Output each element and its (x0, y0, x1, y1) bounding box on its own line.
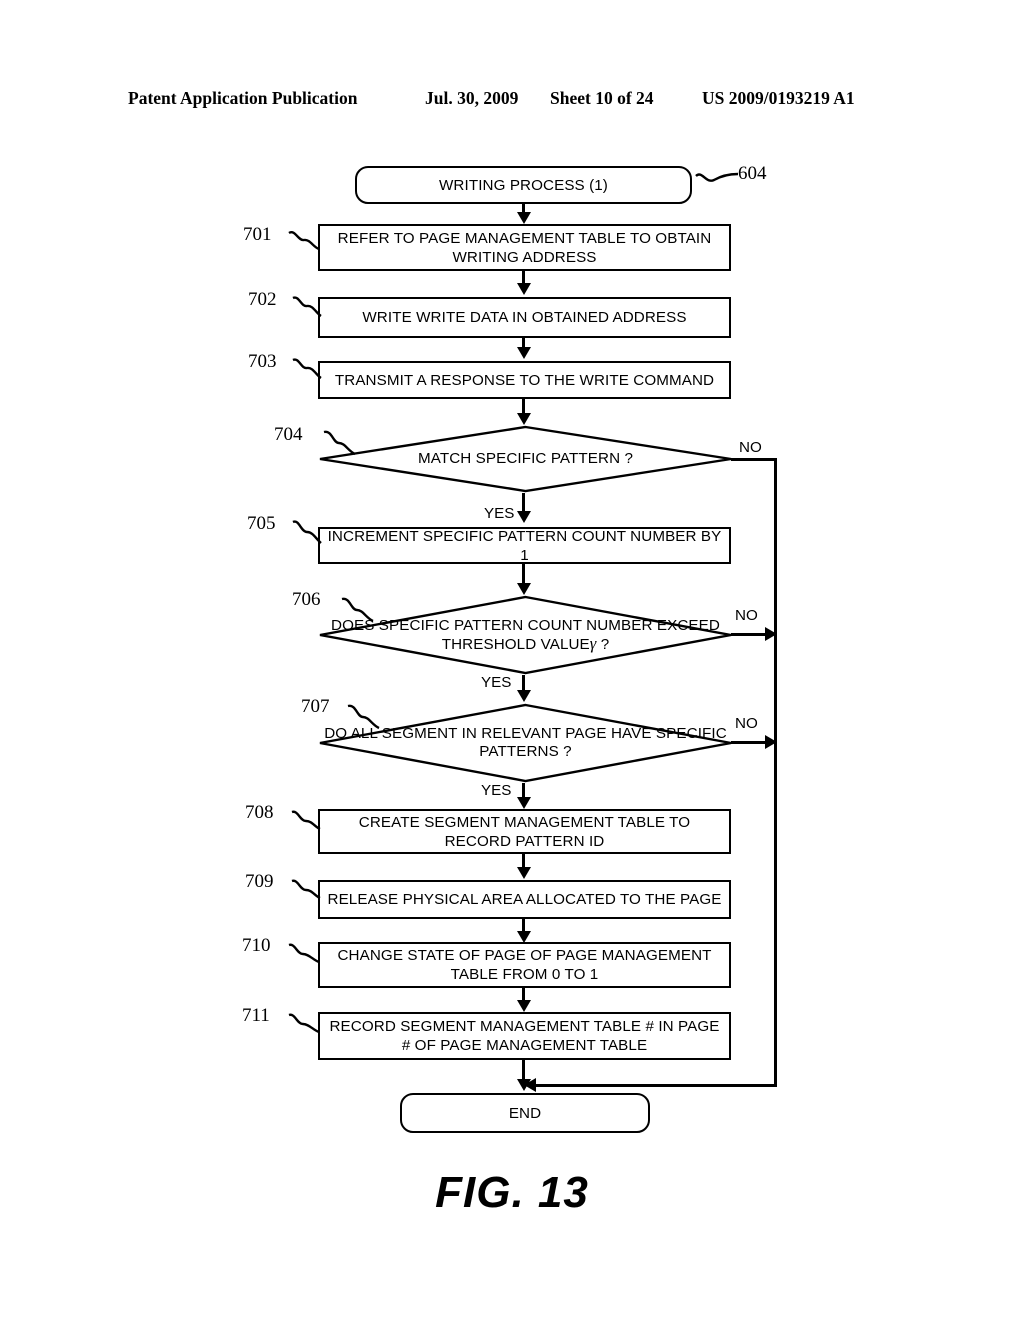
ref-number-704: 704 (274, 424, 303, 445)
leader-line-707 (346, 704, 380, 738)
ref-number-703: 703 (248, 351, 277, 372)
flow-step-703-label: TRANSMIT A RESPONSE TO THE WRITE COMMAND (334, 371, 715, 389)
flow-step-701-label: REFER TO PAGE MANAGEMENT TABLE TO OBTAIN… (337, 229, 712, 266)
leader-line-703 (292, 357, 322, 389)
flow-decision-706: DOES SPECIFIC PATTERN COUNT NUMBER EXCEE… (318, 595, 733, 675)
flow-decision-704: MATCH SPECIFIC PATTERN ? (318, 425, 733, 493)
flow-decision-706-label: DOES SPECIFIC PATTERN COUNT NUMBER EXCEE… (318, 595, 733, 675)
no-branch-return-horizontal (534, 1084, 777, 1087)
patent-figure-page: Patent Application Publication Jul. 30, … (0, 0, 1024, 1320)
flow-step-709-label: RELEASE PHYSICAL AREA ALLOCATED TO THE P… (327, 891, 722, 908)
flow-step-709: RELEASE PHYSICAL AREA ALLOCATED TO THE P… (318, 880, 731, 919)
flow-step-701: REFER TO PAGE MANAGEMENT TABLE TO OBTAIN… (318, 224, 731, 271)
ref-number-706: 706 (292, 589, 321, 610)
flow-start-label: WRITING PROCESS (1) (439, 176, 608, 194)
leader-line-604 (694, 168, 740, 192)
flow-decision-707: DO ALL SEGMENT IN RELEVANT PAGE HAVE SPE… (318, 703, 733, 783)
leader-line-709 (291, 879, 321, 909)
header-patent-number: US 2009/0193219 A1 (702, 88, 855, 108)
header-date: Jul. 30, 2009 (425, 88, 519, 108)
flow-decision-707-label: DO ALL SEGMENT IN RELEVANT PAGE HAVE SPE… (324, 725, 727, 760)
ref-number-701: 701 (243, 224, 272, 245)
leader-line-701 (288, 229, 320, 261)
connector-704-no-horizontal (731, 458, 777, 461)
flow-step-711: RECORD SEGMENT MANAGEMENT TABLE # IN PAG… (318, 1012, 731, 1060)
leader-line-710 (288, 943, 320, 973)
connector-706-no-horizontal (731, 633, 769, 636)
branch-label-706-yes: YES (481, 674, 512, 691)
ref-number-604: 604 (738, 163, 767, 184)
leader-line-702 (292, 295, 322, 327)
header-publication: Patent Application Publication (128, 88, 358, 108)
arrowhead-703-to-704 (517, 413, 531, 425)
arrowhead-710-to-711 (517, 1000, 531, 1012)
branch-label-706-no: NO (735, 607, 758, 624)
page-header: Patent Application Publication Jul. 30, … (0, 88, 1024, 112)
arrowhead-704-to-705 (517, 511, 531, 523)
flow-step-708: CREATE SEGMENT MANAGEMENT TABLE TO RECOR… (318, 809, 731, 854)
flow-step-710: CHANGE STATE OF PAGE OF PAGE MANAGEMENT … (318, 942, 731, 988)
flow-decision-704-label: MATCH SPECIFIC PATTERN ? (417, 450, 634, 467)
arrowhead-701-to-702 (517, 283, 531, 295)
arrowhead-start-to-701 (517, 212, 531, 224)
flow-start-writing-process: WRITING PROCESS (1) (355, 166, 692, 204)
no-branch-return-vertical (774, 458, 777, 1087)
arrowhead-702-to-703 (517, 347, 531, 359)
leader-line-705 (292, 519, 322, 553)
ref-number-705: 705 (247, 513, 276, 534)
branch-label-707-no: NO (735, 715, 758, 732)
ref-number-710: 710 (242, 935, 271, 956)
arrowhead-705-to-706 (517, 583, 531, 595)
flow-step-708-label: CREATE SEGMENT MANAGEMENT TABLE TO RECOR… (358, 813, 691, 850)
flow-step-702: WRITE WRITE DATA IN OBTAINED ADDRESS (318, 297, 731, 338)
leader-line-711 (288, 1013, 320, 1043)
arrowhead-706-to-707 (517, 690, 531, 702)
ref-number-707: 707 (301, 696, 330, 717)
flow-decision-706-suffix: ? (600, 635, 610, 653)
flow-step-710-label: CHANGE STATE OF PAGE OF PAGE MANAGEMENT … (337, 947, 712, 983)
flow-end: END (400, 1093, 650, 1133)
arrowhead-708-to-709 (517, 867, 531, 879)
figure-caption: FIG. 13 (435, 1168, 589, 1217)
flow-step-703: TRANSMIT A RESPONSE TO THE WRITE COMMAND (318, 361, 731, 399)
arrowhead-707-to-708 (517, 797, 531, 809)
connector-707-no-horizontal (731, 741, 769, 744)
flow-step-705: INCREMENT SPECIFIC PATTERN COUNT NUMBER … (318, 527, 731, 564)
ref-number-702: 702 (248, 289, 277, 310)
ref-number-709: 709 (245, 871, 274, 892)
branch-label-707-yes: YES (481, 782, 512, 799)
branch-label-704-no: NO (739, 439, 762, 456)
leader-line-708 (291, 810, 321, 840)
leader-line-706 (340, 597, 374, 631)
ref-number-708: 708 (245, 802, 274, 823)
arrowhead-no-branch-return (524, 1078, 536, 1092)
flow-end-label: END (508, 1104, 542, 1122)
header-sheet-number: Sheet 10 of 24 (550, 88, 654, 108)
flow-step-702-label: WRITE WRITE DATA IN OBTAINED ADDRESS (362, 309, 687, 326)
gamma-symbol: γ (589, 633, 597, 653)
flow-step-711-label: RECORD SEGMENT MANAGEMENT TABLE # IN PAG… (329, 1018, 720, 1054)
branch-label-704-yes: YES (484, 505, 515, 522)
flow-decision-706-text: DOES SPECIFIC PATTERN COUNT NUMBER EXCEE… (331, 616, 720, 653)
leader-line-704 (322, 430, 356, 464)
flow-step-705-label: INCREMENT SPECIFIC PATTERN COUNT NUMBER … (327, 527, 722, 564)
ref-number-711: 711 (242, 1005, 270, 1026)
